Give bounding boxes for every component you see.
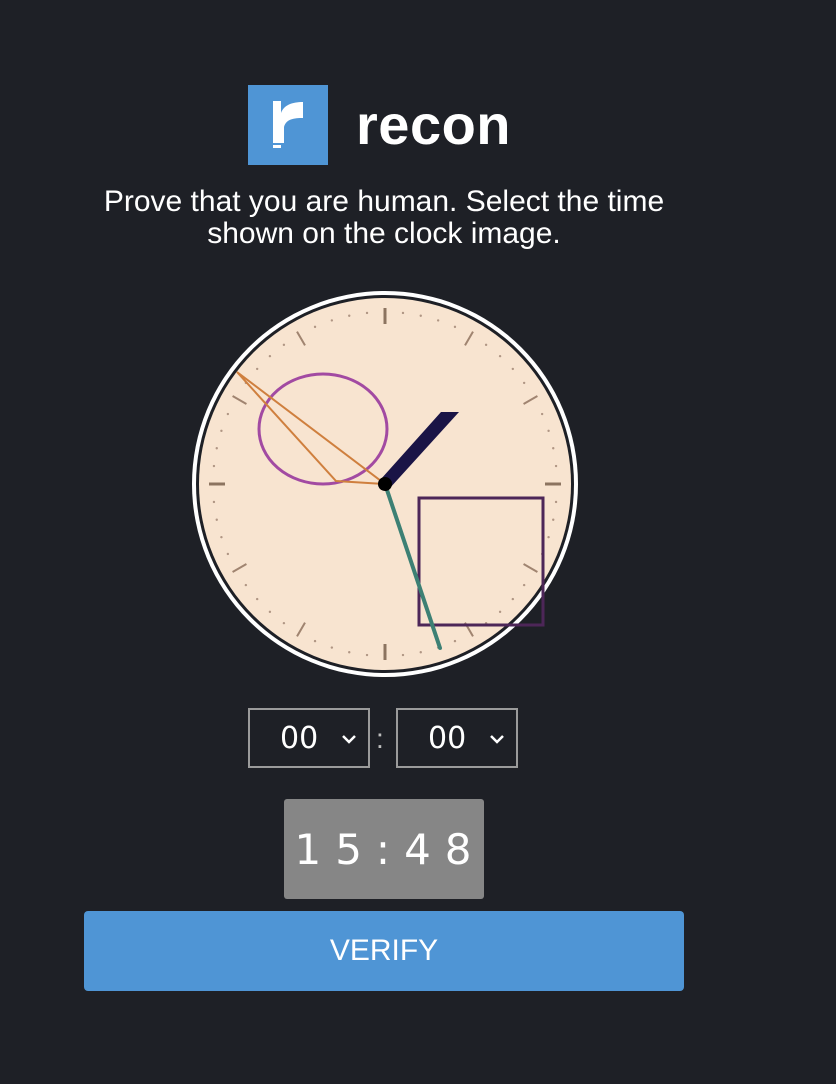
minute-tick bbox=[255, 597, 259, 601]
minute-tick bbox=[348, 651, 351, 654]
brand-name: recon bbox=[356, 93, 511, 156]
minute-tick bbox=[401, 311, 405, 315]
minute-tick bbox=[348, 314, 351, 317]
minute-tick bbox=[401, 653, 405, 657]
minute-tick bbox=[330, 319, 334, 322]
minute-tick bbox=[268, 610, 272, 614]
minute-tick bbox=[212, 500, 216, 504]
minute-tick bbox=[453, 325, 457, 329]
minute-tick bbox=[268, 354, 272, 358]
captcha-page: recon Prove that you are human. Select t… bbox=[0, 0, 836, 1084]
minute-tick bbox=[226, 552, 230, 556]
minute-tick bbox=[282, 621, 286, 625]
minute-tick bbox=[313, 325, 317, 329]
minute-tick bbox=[220, 535, 223, 539]
minute-tick bbox=[554, 464, 558, 468]
minute-tick bbox=[436, 319, 440, 322]
minute-tick bbox=[554, 500, 558, 504]
minute-tick bbox=[365, 311, 369, 315]
minute-tick bbox=[419, 651, 422, 654]
minute-tick bbox=[215, 518, 218, 521]
minute-tick bbox=[552, 518, 555, 521]
verify-button[interactable]: VERIFY bbox=[84, 911, 684, 991]
minute-tick bbox=[282, 343, 286, 347]
minute-tick bbox=[365, 653, 369, 657]
hour-select[interactable]: 00 bbox=[248, 708, 370, 768]
minute-tick bbox=[547, 535, 550, 539]
chevron-down-icon bbox=[490, 735, 504, 744]
minute-tick bbox=[511, 597, 515, 601]
minute-tick bbox=[547, 429, 550, 433]
minute-tick bbox=[522, 381, 526, 385]
analog-clock-icon bbox=[192, 291, 578, 677]
minute-tick bbox=[330, 646, 334, 649]
minute-tick bbox=[244, 583, 248, 587]
minute-tick bbox=[255, 367, 259, 371]
minute-tick bbox=[540, 412, 544, 416]
minute-tick bbox=[313, 639, 317, 643]
captcha-instructions: Prove that you are human. Select the tim… bbox=[103, 185, 665, 250]
minute-tick bbox=[212, 464, 216, 468]
minute-tick bbox=[552, 447, 555, 450]
time-separator: : bbox=[376, 723, 384, 754]
minute-tick bbox=[511, 367, 515, 371]
time-display: 15:48 bbox=[284, 799, 484, 899]
minute-tick bbox=[226, 412, 230, 416]
minute-tick bbox=[419, 314, 422, 317]
minute-tick bbox=[220, 429, 223, 433]
minute-tick bbox=[498, 610, 502, 614]
minute-tick bbox=[522, 583, 526, 587]
minute-tick bbox=[498, 354, 502, 358]
minute-tick bbox=[453, 639, 457, 643]
minute-tick bbox=[215, 447, 218, 450]
minute-tick bbox=[484, 343, 488, 347]
chevron-down-icon bbox=[342, 735, 356, 744]
minute-select-value: 00 bbox=[428, 721, 467, 756]
minute-select[interactable]: 00 bbox=[396, 708, 518, 768]
recon-logo-icon bbox=[248, 85, 328, 165]
hour-select-value: 00 bbox=[280, 721, 319, 756]
